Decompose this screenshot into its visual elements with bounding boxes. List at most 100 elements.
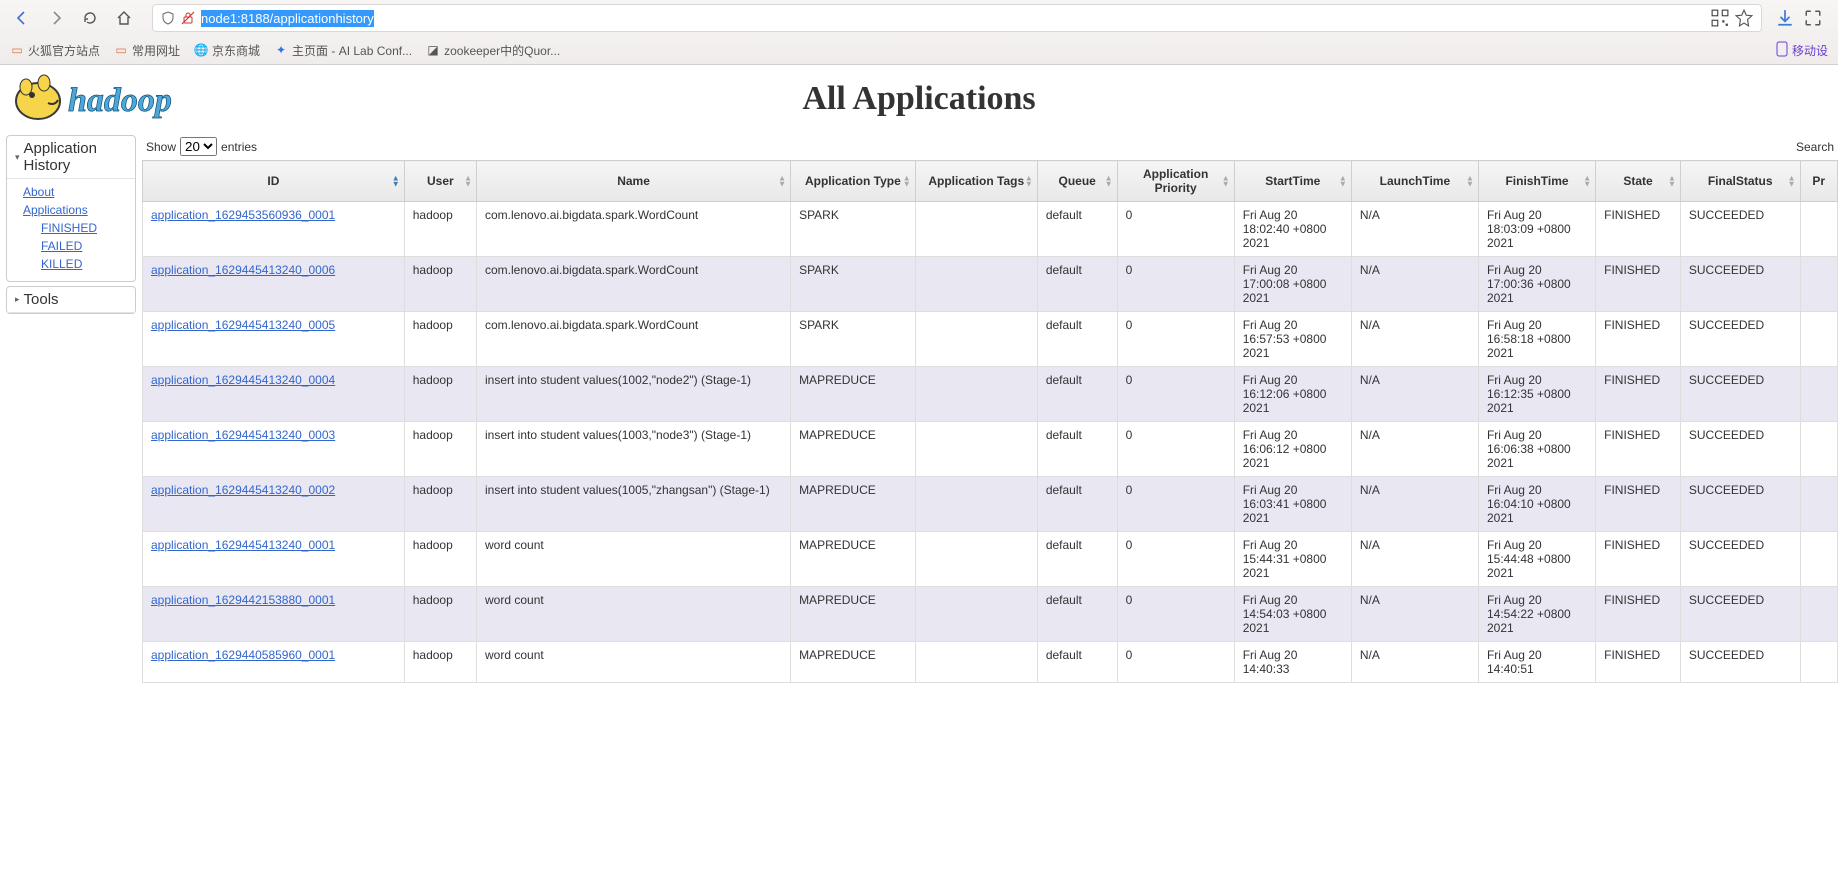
cell-final: SUCCEEDED <box>1680 642 1800 683</box>
download-icon[interactable] <box>1776 9 1794 27</box>
application-id-link[interactable]: application_1629442153880_0001 <box>151 593 335 607</box>
col-header-final[interactable]: FinalStatus▲▼ <box>1680 161 1800 202</box>
bookmark-ailab[interactable]: ✦ 主页面 - AI Lab Conf... <box>274 42 412 59</box>
col-header-priority[interactable]: Application Priority▲▼ <box>1117 161 1234 202</box>
cell-finish: Fri Aug 20 14:54:22 +0800 2021 <box>1478 587 1595 642</box>
application-id-link[interactable]: application_1629445413240_0001 <box>151 538 335 552</box>
screenshot-icon[interactable] <box>1804 9 1822 27</box>
col-header-state[interactable]: State▲▼ <box>1596 161 1681 202</box>
cell-progress <box>1800 202 1838 257</box>
application-id-link[interactable]: application_1629445413240_0006 <box>151 263 335 277</box>
application-id-link[interactable]: application_1629445413240_0005 <box>151 318 335 332</box>
col-header-apptype[interactable]: Application Type▲▼ <box>791 161 916 202</box>
cell-launch: N/A <box>1351 422 1478 477</box>
main-content: Show 20 entries Search ID▲▼ User▲▼ Name▲… <box>142 135 1838 683</box>
col-header-queue[interactable]: Queue▲▼ <box>1037 161 1117 202</box>
cell-tags <box>915 202 1037 257</box>
cell-name: insert into student values(1002,"node2")… <box>477 367 791 422</box>
cell-name: word count <box>477 642 791 683</box>
sort-icon: ▲▼ <box>778 175 786 186</box>
cell-name: com.lenovo.ai.bigdata.spark.WordCount <box>477 312 791 367</box>
forward-button[interactable] <box>42 4 70 32</box>
cell-state: FINISHED <box>1596 532 1681 587</box>
cell-finish: Fri Aug 20 16:06:38 +0800 2021 <box>1478 422 1595 477</box>
site-icon: ◪ <box>426 43 440 57</box>
col-header-launch[interactable]: LaunchTime▲▼ <box>1351 161 1478 202</box>
back-button[interactable] <box>8 4 36 32</box>
col-header-progress[interactable]: Pr <box>1800 161 1838 202</box>
cell-id: application_1629445413240_0003 <box>143 422 405 477</box>
col-header-id[interactable]: ID▲▼ <box>143 161 405 202</box>
sidebar-link-failed[interactable]: FAILED <box>41 237 127 255</box>
cell-state: FINISHED <box>1596 642 1681 683</box>
col-header-user[interactable]: User▲▼ <box>404 161 476 202</box>
cell-id: application_1629442153880_0001 <box>143 587 405 642</box>
entries-select[interactable]: 20 <box>180 137 217 156</box>
qr-icon[interactable] <box>1711 9 1729 27</box>
cell-name: insert into student values(1003,"node3")… <box>477 422 791 477</box>
sidebar-tools-header[interactable]: ▸ Tools <box>7 287 135 313</box>
entries-label: entries <box>221 140 257 154</box>
cell-tags <box>915 642 1037 683</box>
sidebar-link-applications[interactable]: Applications <box>23 201 127 219</box>
bookmark-label: 常用网址 <box>132 42 180 59</box>
col-header-tags[interactable]: Application Tags▲▼ <box>915 161 1037 202</box>
sort-icon: ▲▼ <box>903 175 911 186</box>
cell-final: SUCCEEDED <box>1680 422 1800 477</box>
cell-final: SUCCEEDED <box>1680 532 1800 587</box>
svg-text:hadoop: hadoop <box>68 82 172 119</box>
hadoop-logo-icon: hadoop <box>10 69 250 129</box>
application-id-link[interactable]: application_1629445413240_0003 <box>151 428 335 442</box>
cell-state: FINISHED <box>1596 312 1681 367</box>
reload-button[interactable] <box>76 4 104 32</box>
col-header-name[interactable]: Name▲▼ <box>477 161 791 202</box>
bookmark-zookeeper[interactable]: ◪ zookeeper中的Quor... <box>426 42 560 59</box>
sidebar-link-about[interactable]: About <box>23 183 127 201</box>
cell-queue: default <box>1037 587 1117 642</box>
cell-user: hadoop <box>404 422 476 477</box>
sidebar-link-finished[interactable]: FINISHED <box>41 219 127 237</box>
page-title: All Applications <box>250 80 1588 118</box>
cell-state: FINISHED <box>1596 367 1681 422</box>
page-content: hadoop All Applications ▾ Application Hi… <box>0 65 1838 683</box>
application-id-link[interactable]: application_1629453560936_0001 <box>151 208 335 222</box>
sidebar-link-killed[interactable]: KILLED <box>41 255 127 273</box>
col-header-start[interactable]: StartTime▲▼ <box>1234 161 1351 202</box>
col-header-finish[interactable]: FinishTime▲▼ <box>1478 161 1595 202</box>
cell-id: application_1629445413240_0006 <box>143 257 405 312</box>
cell-queue: default <box>1037 202 1117 257</box>
table-row: application_1629445413240_0003 hadoop in… <box>143 422 1838 477</box>
hadoop-logo: hadoop <box>10 69 250 129</box>
table-row: application_1629445413240_0001 hadoop wo… <box>143 532 1838 587</box>
browser-toolbar: node1:8188/applicationhistory <box>0 0 1838 36</box>
cell-id: application_1629445413240_0004 <box>143 367 405 422</box>
cell-queue: default <box>1037 257 1117 312</box>
cell-id: application_1629445413240_0005 <box>143 312 405 367</box>
cell-progress <box>1800 367 1838 422</box>
bookmark-firefox-official[interactable]: ▭ 火狐官方站点 <box>10 42 100 59</box>
globe-icon: 🌐 <box>194 43 208 57</box>
arrow-right-icon <box>48 10 64 26</box>
cell-user: hadoop <box>404 532 476 587</box>
home-button[interactable] <box>110 4 138 32</box>
application-id-link[interactable]: application_1629440585960_0001 <box>151 648 335 662</box>
sidebar-apphistory-title: Application History <box>24 140 127 174</box>
cell-queue: default <box>1037 367 1117 422</box>
cell-name: word count <box>477 587 791 642</box>
application-id-link[interactable]: application_1629445413240_0004 <box>151 373 335 387</box>
cell-state: FINISHED <box>1596 587 1681 642</box>
url-bar[interactable]: node1:8188/applicationhistory <box>152 4 1762 32</box>
application-id-link[interactable]: application_1629445413240_0002 <box>151 483 335 497</box>
bookmark-star-icon[interactable] <box>1735 9 1753 27</box>
bookmark-jd[interactable]: 🌐 京东商城 <box>194 42 260 59</box>
cell-tags <box>915 532 1037 587</box>
sidebar-apphistory-header[interactable]: ▾ Application History <box>7 136 135 179</box>
cell-priority: 0 <box>1117 257 1234 312</box>
sort-icon: ▲▼ <box>1466 175 1474 186</box>
table-row: application_1629453560936_0001 hadoop co… <box>143 202 1838 257</box>
bookmark-common-urls[interactable]: ▭ 常用网址 <box>114 42 180 59</box>
mobile-devices-link[interactable]: 移动设 <box>1776 41 1828 60</box>
bookmark-label: 京东商城 <box>212 42 260 59</box>
reload-icon <box>82 10 98 26</box>
cell-priority: 0 <box>1117 202 1234 257</box>
